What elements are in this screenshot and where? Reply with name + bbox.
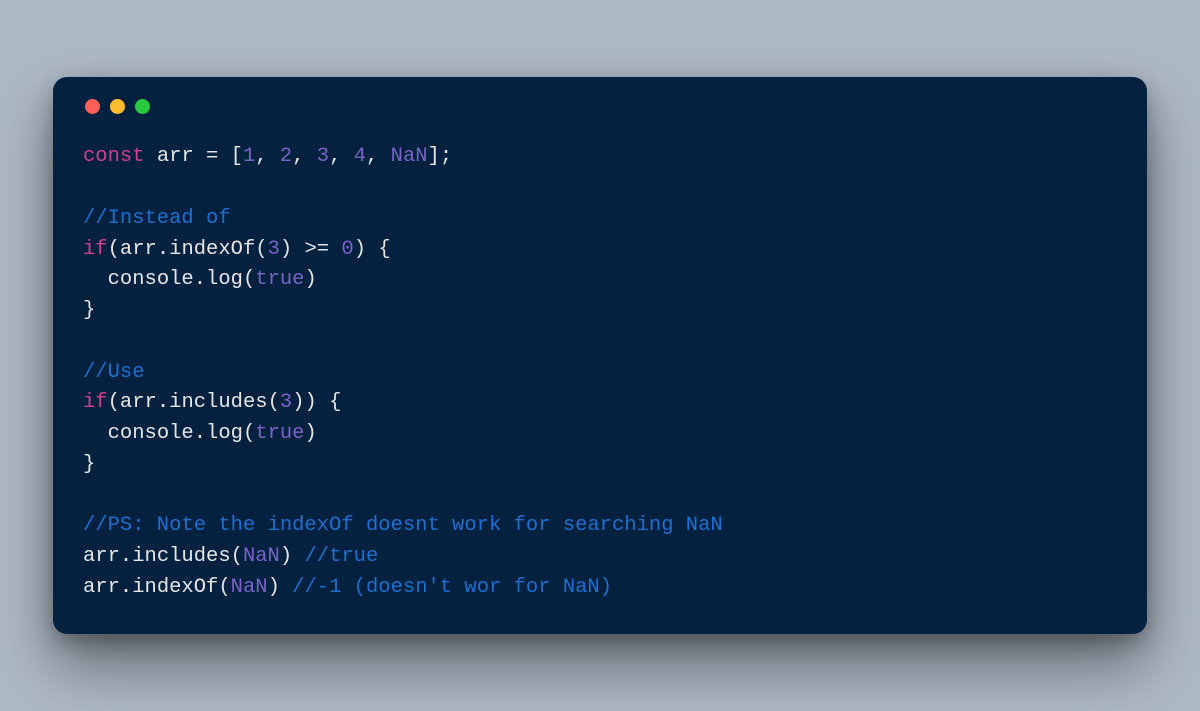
code-token-method: includes <box>132 545 230 568</box>
code-token-punct: . <box>194 268 206 291</box>
code-token-punct: , <box>366 145 391 168</box>
code-token-ident: console <box>108 422 194 445</box>
code-token-comment: //true <box>304 545 378 568</box>
code-token-punct: ) <box>280 545 305 568</box>
code-window: const arr = [1, 2, 3, 4, NaN]; //Instead… <box>53 77 1147 633</box>
code-token-comment: //Instead of <box>83 207 231 230</box>
code-token-punct: , <box>329 145 354 168</box>
code-token-const: NaN <box>391 145 428 168</box>
code-token-punct: ) <box>304 422 316 445</box>
code-token-const: NaN <box>243 545 280 568</box>
code-block: const arr = [1, 2, 3, 4, NaN]; //Instead… <box>83 142 1117 603</box>
code-token-ident: console <box>108 268 194 291</box>
code-token-ident: arr <box>120 238 157 261</box>
code-token-punct: ) <box>268 576 293 599</box>
zoom-icon[interactable] <box>135 99 150 114</box>
code-token-punct: )) { <box>292 391 341 414</box>
code-token-ident: arr <box>83 545 120 568</box>
code-token-punct: ) { <box>354 238 391 261</box>
code-token-punct: . <box>194 422 206 445</box>
code-token-punct: . <box>157 238 169 261</box>
code-token-comment: //Use <box>83 361 145 384</box>
code-token-method: includes <box>169 391 267 414</box>
code-token-number: 0 <box>341 238 353 261</box>
code-token-punct: ( <box>108 238 120 261</box>
code-token-punct: . <box>157 391 169 414</box>
code-token-number: 3 <box>280 391 292 414</box>
code-token-punct: ]; <box>428 145 453 168</box>
code-token-punct: . <box>120 545 132 568</box>
code-token-punct: ) >= <box>280 238 342 261</box>
code-token-keyword: if <box>83 391 108 414</box>
window-traffic-lights <box>85 99 1117 114</box>
code-token-punct <box>83 268 108 291</box>
code-token-number: 4 <box>354 145 366 168</box>
code-token-punct: ( <box>218 576 230 599</box>
code-token-number: 1 <box>243 145 255 168</box>
code-token-punct: ( <box>243 422 255 445</box>
code-token-keyword: const <box>83 145 145 168</box>
code-token-method: log <box>206 268 243 291</box>
code-token-number: 3 <box>317 145 329 168</box>
close-icon[interactable] <box>85 99 100 114</box>
code-token-comment: //PS: Note the indexOf doesnt work for s… <box>83 514 723 537</box>
code-token-ident: arr <box>83 576 120 599</box>
code-token-punct: ( <box>108 391 120 414</box>
code-token-const: true <box>255 422 304 445</box>
code-token-punct: , <box>255 145 280 168</box>
minimize-icon[interactable] <box>110 99 125 114</box>
code-token-method: indexOf <box>132 576 218 599</box>
code-token-ident: arr <box>120 391 157 414</box>
code-token-punct: ) <box>304 268 316 291</box>
code-token-number: 2 <box>280 145 292 168</box>
code-token-punct: ( <box>255 238 267 261</box>
code-token-punct <box>145 145 157 168</box>
code-token-keyword: if <box>83 238 108 261</box>
code-token-punct: , <box>292 145 317 168</box>
code-token-const: true <box>255 268 304 291</box>
code-token-number: 3 <box>268 238 280 261</box>
code-token-comment: //-1 (doesn't wor for NaN) <box>292 576 612 599</box>
code-token-punct: } <box>83 299 95 322</box>
code-token-method: indexOf <box>169 238 255 261</box>
code-token-punct: ( <box>231 545 243 568</box>
code-token-punct: } <box>83 453 95 476</box>
code-token-method: log <box>206 422 243 445</box>
code-token-const: NaN <box>231 576 268 599</box>
code-token-punct: . <box>120 576 132 599</box>
code-token-punct: ( <box>243 268 255 291</box>
code-token-punct: ( <box>268 391 280 414</box>
code-token-ident: arr <box>157 145 194 168</box>
code-token-punct: = [ <box>194 145 243 168</box>
code-token-punct <box>83 422 108 445</box>
